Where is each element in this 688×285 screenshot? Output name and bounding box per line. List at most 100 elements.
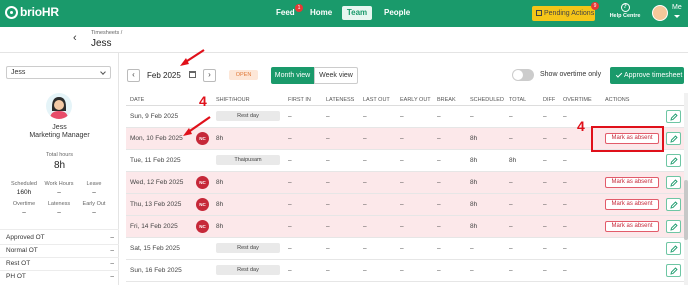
employee-sidebar: Jess Jess Marketing Manager Total hours … [0,53,119,285]
ot-row-rest: Rest OT – [6,260,114,267]
month-label[interactable]: Feb 2025 [147,71,181,80]
edit-button[interactable] [666,242,681,255]
edit-button[interactable] [666,176,681,189]
col-break: BREAK [437,97,456,103]
ot-value: – [110,234,114,241]
overtime-only-label: Show overtime only [540,71,602,78]
page-title: Jess [91,38,112,49]
no-clock-badge: NC [196,220,209,233]
col-actions: ACTIONS [605,97,630,103]
pending-actions-button[interactable]: Pending Actions [532,6,595,21]
next-month-button[interactable]: › [203,69,216,82]
cell-break: – [437,245,441,252]
back-arrow-icon[interactable]: ‹ [73,32,77,44]
edit-button[interactable] [666,154,681,167]
cell-overtime: – [563,223,567,230]
nav-feed[interactable]: Feed [276,8,295,17]
stat-overtime: Overtime – [4,201,44,216]
col-shift: SHIFT/HOUR [216,97,250,103]
cell-scheduled: 8h [470,157,478,164]
total-hours-value: 8h [53,160,66,171]
annotation-highlight-box [591,126,664,152]
breadcrumb[interactable]: Timesheets / [91,30,122,36]
edit-button[interactable] [666,220,681,233]
cell-lateness: – [326,157,330,164]
cell-date: Wed, 12 Feb 2025 [130,179,184,186]
scrollbar-thumb[interactable] [684,180,688,240]
cell-break: – [437,135,441,142]
col-lateness: LATENESS [326,97,355,103]
cell-lateness: – [326,135,330,142]
ot-row-normal: Normal OT – [6,247,114,254]
cell-first-in: – [288,179,292,186]
me-chevron-down-icon[interactable] [674,15,680,18]
overtime-only-toggle[interactable] [512,69,534,81]
cell-overtime: – [563,201,567,208]
table-row: Sat, 15 Feb 2025 Rest day – – – – – – – … [126,238,688,260]
stat-label: Lateness [47,201,71,207]
cell-early-out: – [400,113,404,120]
cell-diff: – [543,135,547,142]
cell-early-out: – [400,245,404,252]
ot-label: Normal OT [6,247,38,254]
edit-button[interactable] [666,264,681,277]
cell-early-out: – [400,223,404,230]
mark-as-absent-button[interactable]: Mark as absent [605,199,659,210]
cell-first-in: – [288,201,292,208]
col-early-out: EARLY OUT [400,97,431,103]
brand-logo[interactable]: brioHR [5,5,59,19]
ot-value: – [110,273,114,280]
cell-lateness: – [326,267,330,274]
annotation-step-number: 4 [577,118,585,134]
cell-date: Fri, 14 Feb 2025 [130,223,178,230]
prev-month-button[interactable]: ‹ [127,69,140,82]
cell-scheduled: – [470,267,474,274]
pencil-icon [670,157,678,165]
stat-label: Work Hours [44,181,74,187]
cell-overtime: – [563,135,567,142]
calendar-icon[interactable] [189,71,196,78]
cell-total: 8h [509,157,517,164]
nav-home[interactable]: Home [310,8,332,17]
help-centre-button[interactable]: ? Help Centre [609,3,641,19]
col-scheduled: SCHEDULED [470,97,504,103]
cell-total: – [509,135,513,142]
cell-early-out: – [400,201,404,208]
nav-team[interactable]: Team [342,6,372,20]
cell-lateness: – [326,179,330,186]
col-date: DATE [130,97,145,103]
cell-first-in: – [288,245,292,252]
user-avatar[interactable] [652,5,668,21]
cell-date: Sun, 16 Feb 2025 [130,267,182,274]
cell-first-in: – [288,267,292,274]
mark-as-absent-button[interactable]: Mark as absent [605,177,659,188]
edit-button[interactable] [666,132,681,145]
week-view-button[interactable]: Week view [314,67,358,84]
mark-as-absent-button[interactable]: Mark as absent [605,221,659,232]
stat-lateness: Lateness – [39,201,79,216]
cell-break: – [437,201,441,208]
table-row: Tue, 11 Feb 2025 Thaipusam – – – – – 8h … [126,150,688,172]
cell-break: – [437,157,441,164]
divider [0,229,119,230]
shift-pill: Thaipusam [216,155,280,165]
cell-last-out: – [363,179,367,186]
no-clock-badge: NC [196,176,209,189]
employee-select[interactable]: Jess [6,66,111,79]
me-label[interactable]: Me [672,4,682,11]
cell-scheduled: 8h [470,135,478,142]
edit-button[interactable] [666,110,681,123]
cell-last-out: – [363,267,367,274]
pencil-icon [670,179,678,187]
cell-scheduled: 8h [470,201,478,208]
cell-early-out: – [400,157,404,164]
shift-pill: Rest day [216,111,280,121]
cell-total: – [509,223,513,230]
cell-lateness: – [326,201,330,208]
stat-label: Leave [86,181,102,187]
month-view-button[interactable]: Month view [271,67,314,84]
nav-people[interactable]: People [384,8,410,17]
edit-button[interactable] [666,198,681,211]
cell-first-in: – [288,157,292,164]
approve-timesheet-button[interactable]: Approve timesheet [610,67,684,84]
